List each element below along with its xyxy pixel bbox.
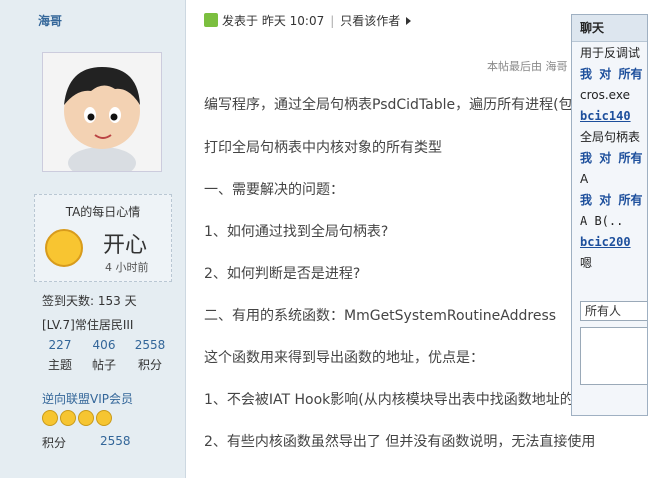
medal-icon[interactable] [78, 410, 94, 426]
vip-group-link[interactable]: 逆向联盟VIP会员 [42, 390, 133, 407]
chat-message: cros.exe [580, 88, 630, 102]
only-author-link[interactable]: 只看该作者 [340, 14, 400, 28]
points-label: 积分 [42, 436, 67, 450]
author-name[interactable]: 海哥 [38, 12, 62, 29]
chat-message: 全局句柄表 [580, 130, 641, 144]
chat-message[interactable]: bcic140 [580, 106, 647, 127]
post-paragraph: 编写程序，通过全局句柄表PsdCidTable，遍历所有进程(包 [204, 97, 573, 113]
recipient-select[interactable]: 所有人 [580, 301, 647, 321]
stat-points[interactable]: 2558 积分 [128, 338, 172, 373]
chat-message: A [580, 172, 589, 186]
user-level: [LV.7]常住居民III [42, 318, 134, 332]
medal-icon[interactable] [42, 410, 58, 426]
last-edit-note: 本帖最后由 海哥 [487, 60, 568, 73]
post-meta: 发表于 昨天 10:07 | 只看该作者 [204, 12, 412, 30]
chat-title[interactable]: 聊天 [572, 15, 647, 42]
post-paragraph: 1、不会被IAT Hook影响(从内核模块导出表中找函数地址的 [204, 392, 574, 408]
mood-title: TA的每日心情 [65, 205, 141, 219]
checkin-days: 签到天数: 153 天 [42, 294, 137, 308]
divider: | [330, 14, 335, 28]
post-paragraph: 一、需要解决的问题： [204, 182, 344, 198]
points-row: 积分 2558 [42, 434, 131, 451]
happy-face-icon [45, 229, 83, 267]
post-paragraph: 1、如何通过找到全局句柄表? [204, 224, 389, 240]
mood-text: 开心 [103, 233, 148, 258]
stat-value: 227 [48, 338, 72, 352]
chat-message[interactable]: 我 对 所有 [580, 148, 647, 169]
author-stats: 227 主题 406 帖子 2558 积分 [38, 338, 174, 374]
post-paragraph: 打印全局句柄表中内核对象的所有类型 [204, 140, 442, 156]
chat-message[interactable]: bcic200 [580, 232, 647, 253]
stat-value: 2558 [134, 338, 166, 352]
post-time: 发表于 昨天 10:07 [222, 14, 325, 28]
post-paragraph: 这个函数用来得到导出函数的地址，优点是： [204, 350, 484, 366]
play-arrow-icon [406, 17, 412, 25]
medal-icon[interactable] [60, 410, 76, 426]
avatar-image [43, 53, 161, 179]
points-value[interactable]: 2558 [100, 434, 131, 448]
chat-message: 嗯 [580, 256, 593, 270]
medal-list [42, 410, 114, 428]
chat-panel: 聊天 用于反调试我 对 所有 cros.exe bcic140 全局句柄表我 对 所… [571, 14, 648, 416]
stat-posts[interactable]: 406 帖子 [82, 338, 126, 373]
chat-input[interactable] [580, 327, 647, 385]
chat-message: A B(.. [580, 214, 624, 228]
mood-time: 4 小时前 [105, 261, 149, 274]
author-sidebar: 海哥 TA的每日心情 开心 4 小时前 签到天数: 153 天 [LV.7]常住… [0, 0, 186, 478]
stat-label: 帖子 [91, 358, 116, 372]
stat-label: 积分 [137, 358, 162, 372]
chat-message-list: 用于反调试我 对 所有 cros.exe bcic140 全局句柄表我 对 所有 A 我… [580, 43, 647, 274]
daily-mood-box: TA的每日心情 开心 4 小时前 [34, 194, 172, 282]
stat-label: 主题 [47, 358, 72, 372]
medal-icon[interactable] [96, 410, 112, 426]
chat-message: 用于反调试 [580, 46, 641, 60]
stat-topics[interactable]: 227 主题 [38, 338, 82, 373]
post-paragraph: 2、如何判断是否是进程? [204, 266, 361, 282]
post-paragraph: 2、有些内核函数虽然导出了 但并没有函数说明，无法直接使用 [204, 434, 596, 450]
stat-value: 406 [92, 338, 116, 352]
online-status-icon [204, 13, 218, 27]
avatar[interactable] [42, 52, 162, 179]
chat-message[interactable]: 我 对 所有 [580, 64, 647, 85]
chat-message[interactable]: 我 对 所有 [580, 190, 647, 211]
post-paragraph: 二、有用的系统函数：MmGetSystemRoutineAddress [204, 308, 557, 324]
